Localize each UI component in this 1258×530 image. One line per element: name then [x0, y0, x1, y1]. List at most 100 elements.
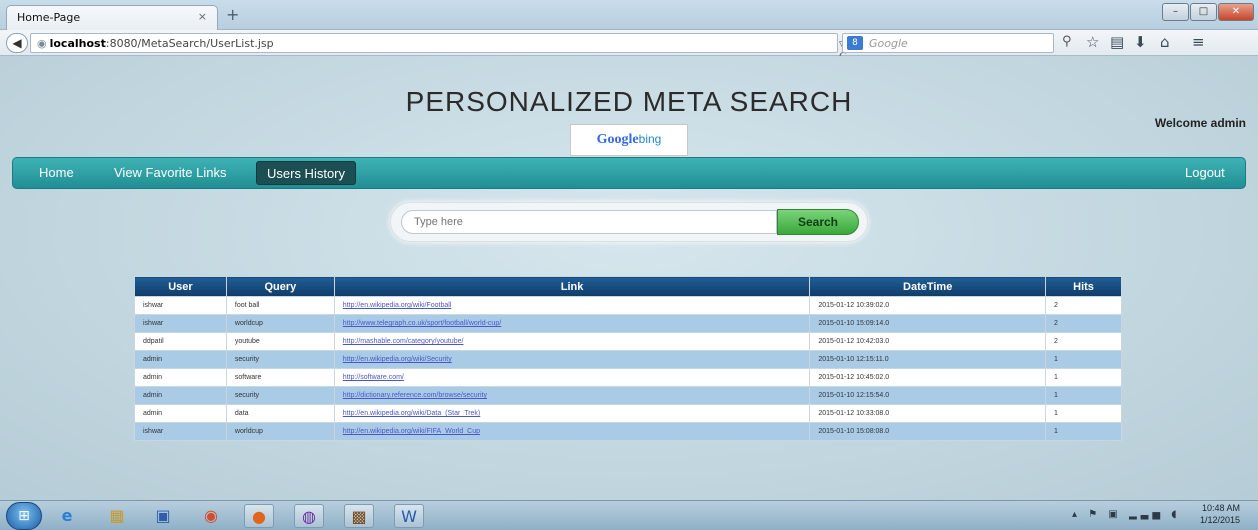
table-row: ddpatil youtube http://mashable.com/cate…	[134, 332, 1122, 351]
cell-link: http://www.telegraph.co.uk/sport/footbal…	[333, 314, 811, 333]
cell-link: http://en.wikipedia.org/wiki/FIFA_World_…	[333, 422, 811, 441]
new-tab-icon[interactable]: +	[226, 7, 239, 23]
window-close-button[interactable]: ✕	[1218, 3, 1254, 21]
cell-datetime: 2015-01-10 12:15:54.0	[809, 386, 1047, 405]
search-box: Search	[390, 202, 868, 242]
page-content: PERSONALIZED META SEARCH Googlebing Welc…	[0, 56, 1258, 500]
cell-query: security	[225, 386, 335, 405]
cell-user: ddpatil	[134, 332, 227, 351]
history-link[interactable]: http://mashable.com/category/youtube/	[343, 338, 464, 345]
cell-query: software	[225, 368, 335, 387]
table-row: admin security http://en.wikipedia.org/w…	[134, 350, 1122, 369]
welcome-text: Welcome admin	[1154, 116, 1246, 130]
users-history-table: User Query Link DateTime Hits ishwar foo…	[134, 276, 1122, 441]
column-header-query: Query	[225, 276, 335, 297]
cell-link: http://dictionary.reference.com/browse/s…	[333, 386, 811, 405]
globe-icon: ◉	[37, 37, 47, 50]
cell-datetime: 2015-01-10 12:15:11.0	[809, 350, 1047, 369]
history-link[interactable]: http://en.wikipedia.org/wiki/FIFA_World_…	[343, 428, 480, 435]
table-row: admin software http://software.com/ 2015…	[134, 368, 1122, 387]
menu-item-users-history[interactable]: Users History	[256, 161, 357, 185]
app-icon[interactable]: ▩	[344, 504, 374, 528]
cell-link: http://en.wikipedia.org/wiki/Data_(Star_…	[333, 404, 811, 423]
url-path: :8080/MetaSearch/UserList.jsp	[105, 37, 274, 50]
cell-hits: 1	[1045, 404, 1122, 423]
menu-item-logout[interactable]: Logout	[1185, 165, 1225, 180]
history-link[interactable]: http://en.wikipedia.org/wiki/Data_(Star_…	[343, 410, 480, 417]
history-link[interactable]: http://en.wikipedia.org/wiki/Football	[343, 302, 452, 309]
cell-link: http://en.wikipedia.org/wiki/Security	[333, 350, 811, 369]
back-arrow-icon[interactable]: ◀	[6, 33, 28, 53]
main-menu: Home View Favorite Links Users History L…	[12, 157, 1246, 189]
menu-item-favorite-links[interactable]: View Favorite Links	[114, 165, 226, 180]
bing-logo-text: bing	[638, 132, 662, 146]
bookmark-star-icon[interactable]: ☆	[1086, 33, 1099, 51]
search-button[interactable]: Search	[777, 209, 859, 235]
cell-datetime: 2015-01-12 10:45:02.0	[809, 368, 1047, 387]
cell-user: ishwar	[134, 296, 227, 315]
cell-hits: 1	[1045, 368, 1122, 387]
cell-user: ishwar	[134, 422, 227, 441]
history-link[interactable]: http://software.com/	[343, 374, 404, 381]
cell-datetime: 2015-01-12 10:42:03.0	[809, 332, 1047, 351]
file-explorer-icon[interactable]: ▦	[102, 504, 132, 528]
eclipse-icon[interactable]: ◍	[294, 504, 324, 528]
cell-datetime: 2015-01-10 15:09:14.0	[809, 314, 1047, 333]
word-icon[interactable]: W	[394, 504, 424, 528]
bookmarks-list-icon[interactable]: ▤	[1110, 33, 1124, 51]
tab-close-icon[interactable]: ×	[198, 10, 207, 23]
cell-hits: 1	[1045, 422, 1122, 441]
cell-hits: 1	[1045, 386, 1122, 405]
cell-hits: 2	[1045, 314, 1122, 333]
cell-datetime: 2015-01-10 15:08:08.0	[809, 422, 1047, 441]
history-link[interactable]: http://en.wikipedia.org/wiki/Security	[343, 356, 452, 363]
table-row: ishwar worldcup http://www.telegraph.co.…	[134, 314, 1122, 333]
chrome-icon[interactable]: ◉	[196, 504, 226, 528]
firefox-icon[interactable]: ●	[244, 504, 274, 528]
search-engine-icon[interactable]: 8	[847, 36, 863, 50]
browser-search-placeholder: Google	[869, 37, 908, 50]
history-link[interactable]: http://www.telegraph.co.uk/sport/footbal…	[343, 320, 501, 327]
table-header-row: User Query Link DateTime Hits	[134, 276, 1122, 297]
browser-search-bar[interactable]: 8 Google	[842, 33, 1054, 53]
media-player-icon[interactable]: ▣	[148, 504, 178, 528]
search-input[interactable]	[401, 210, 777, 234]
cell-user: admin	[134, 386, 227, 405]
table-row: ishwar worldcup http://en.wikipedia.org/…	[134, 422, 1122, 441]
cell-query: security	[225, 350, 335, 369]
cell-link: http://en.wikipedia.org/wiki/Football	[333, 296, 811, 315]
search-engines-logo: Googlebing	[570, 124, 688, 156]
page-title: PERSONALIZED META SEARCH	[405, 86, 853, 117]
clock-date[interactable]: 1/12/2015	[1200, 515, 1240, 525]
download-icon[interactable]: ⬇	[1134, 33, 1147, 51]
cell-hits: 2	[1045, 296, 1122, 315]
cell-datetime: 2015-01-12 10:39:02.0	[809, 296, 1047, 315]
cell-user: admin	[134, 368, 227, 387]
os-taskbar: ⊞ e ▦ ▣ ◉ ● ◍ ▩ W ▴ ⚑ ▣ ▂▃▅ ◖ 10:48 AM 1…	[0, 500, 1258, 530]
magnifier-icon[interactable]: ⚲	[1062, 34, 1072, 49]
table-row: admin security http://dictionary.referen…	[134, 386, 1122, 405]
google-logo-text: Google	[596, 132, 639, 147]
cell-query: worldcup	[225, 422, 335, 441]
menu-icon[interactable]: ≡	[1192, 33, 1205, 51]
cell-link: http://software.com/	[333, 368, 811, 387]
column-header-datetime: DateTime	[809, 276, 1047, 297]
history-link[interactable]: http://dictionary.reference.com/browse/s…	[343, 392, 487, 399]
window-maximize-button[interactable]: □	[1190, 3, 1217, 21]
cell-query: youtube	[225, 332, 335, 351]
internet-explorer-icon[interactable]: e	[52, 504, 82, 528]
tab-home-page[interactable]: Home-Page ×	[6, 5, 218, 30]
table-row: ishwar foot ball http://en.wikipedia.org…	[134, 296, 1122, 315]
cell-query: worldcup	[225, 314, 335, 333]
menu-item-home[interactable]: Home	[39, 165, 74, 180]
system-tray-icons[interactable]: ▴ ⚑ ▣ ▂▃▅ ◖	[1072, 509, 1181, 520]
tab-title: Home-Page	[17, 11, 81, 24]
windows-start-icon[interactable]: ⊞	[6, 502, 42, 530]
column-header-user: User	[134, 276, 227, 297]
clock-time[interactable]: 10:48 AM	[1202, 503, 1240, 513]
cell-user: admin	[134, 404, 227, 423]
home-icon[interactable]: ⌂	[1160, 33, 1170, 51]
window-minimize-button[interactable]: –	[1162, 3, 1189, 21]
cell-link: http://mashable.com/category/youtube/	[333, 332, 811, 351]
url-bar[interactable]: ◉ localhost:8080/MetaSearch/UserList.jsp …	[30, 33, 847, 63]
